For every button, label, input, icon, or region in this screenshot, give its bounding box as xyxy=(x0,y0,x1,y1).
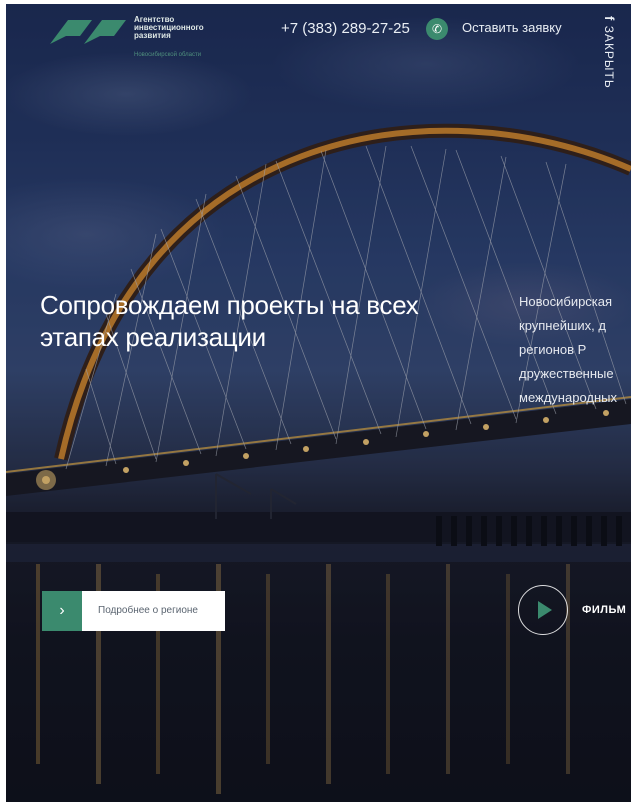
hero-description-line: дружественные xyxy=(519,366,614,381)
logo[interactable]: Агентство инвестиционного развития Новос… xyxy=(40,14,210,58)
chevron-right-icon[interactable]: › xyxy=(42,591,82,631)
logo-icon xyxy=(50,20,126,44)
hero-section: Агентство инвестиционного развития Новос… xyxy=(6,4,631,802)
close-label: ЗАКРЫТЬ xyxy=(602,25,616,89)
hero-description-line: международных xyxy=(519,390,617,405)
logo-text: Агентство инвестиционного развития xyxy=(134,15,204,40)
region-details-label[interactable]: Подробнее о регионе xyxy=(82,591,225,631)
hero-description-line: крупнейших, д xyxy=(519,318,606,333)
close-button[interactable]: f ЗАКРЫТЬ xyxy=(602,16,617,89)
film-label[interactable]: ФИЛЬМ xyxy=(582,604,626,616)
play-icon xyxy=(538,601,552,619)
hero-description-line: регионов Р xyxy=(519,342,587,357)
play-button[interactable] xyxy=(518,585,568,635)
hero-description: Новосибирская крупнейших, д регионов Р д… xyxy=(519,290,631,410)
logo-subtitle: Новосибирской области xyxy=(134,52,202,58)
film-button[interactable]: ФИЛЬМ xyxy=(518,585,626,635)
hero-description-line: Новосибирская xyxy=(519,294,613,309)
hero-headline: Сопровождаем проекты на всех этапах реал… xyxy=(40,290,419,352)
region-details-button[interactable]: › Подробнее о регионе xyxy=(42,591,225,631)
facebook-icon[interactable]: f xyxy=(602,16,617,21)
phone-icon[interactable]: ✆ xyxy=(426,18,448,40)
phone-number[interactable]: +7 (383) 289-27-25 xyxy=(281,20,410,37)
request-button[interactable]: Оставить заявку xyxy=(462,20,562,35)
